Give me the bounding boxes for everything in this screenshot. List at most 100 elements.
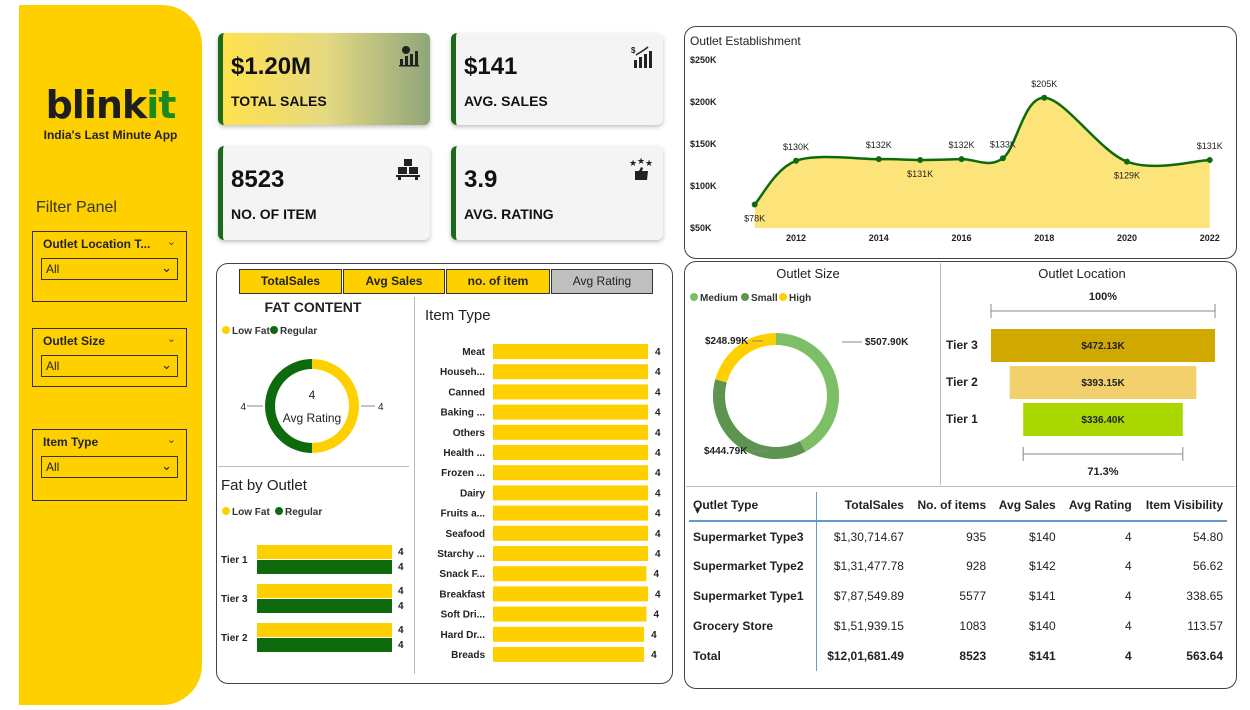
sort-desc-icon[interactable]: ▾ bbox=[695, 506, 700, 517]
table-cell: 4 bbox=[1125, 529, 1132, 544]
chevron-down-icon: ⌄ bbox=[161, 260, 172, 275]
column-header[interactable]: TotalSales bbox=[816, 492, 908, 522]
bar-low-fat[interactable] bbox=[257, 545, 392, 559]
table-cell: 4 bbox=[1125, 559, 1132, 573]
data-point[interactable] bbox=[1041, 94, 1048, 101]
category-label: Soft Dri... bbox=[441, 610, 486, 621]
table-row[interactable]: Supermarket Type2 $1,31,477.78 928 $142 4 56.… bbox=[689, 551, 1227, 581]
chevron-down-icon[interactable]: ⌄ bbox=[167, 332, 176, 345]
item-bar[interactable] bbox=[493, 505, 648, 521]
item-bar[interactable] bbox=[493, 485, 648, 501]
donut-slice-low-fat[interactable] bbox=[312, 359, 359, 453]
measure-button-no-of-item[interactable]: no. of item bbox=[446, 269, 550, 294]
item-bar[interactable] bbox=[493, 344, 648, 359]
kpi-no-of-item: 8523 NO. OF ITEM bbox=[218, 146, 430, 240]
outlet-size-chart: Outlet Size Medium Small High $507.90K $4… bbox=[690, 266, 909, 459]
measure-button-avg-sales[interactable]: Avg Sales bbox=[343, 269, 445, 294]
measure-button-avg-rating[interactable]: Avg Rating bbox=[551, 269, 653, 294]
measure-button-totalsales[interactable]: TotalSales bbox=[239, 269, 342, 294]
bar-regular[interactable] bbox=[257, 560, 392, 574]
dropdown-value: All bbox=[46, 262, 60, 276]
table-cell: 338.65 bbox=[1186, 589, 1223, 603]
outlet-size-dropdown[interactable]: All ⌄ bbox=[41, 355, 178, 377]
slicer-outlet-location: Outlet Location T... ⌄ All ⌄ bbox=[32, 231, 187, 302]
category-label: Seafood bbox=[446, 529, 485, 540]
item-type-bars: Meat 4 Househ... 4 Canned 4 Baking ... 4 Others 4… bbox=[437, 344, 661, 662]
panel-divider bbox=[218, 466, 409, 467]
category-label: Dairy bbox=[460, 488, 485, 499]
y-tick-label: $50K bbox=[690, 223, 712, 233]
x-tick-label: 2022 bbox=[1200, 233, 1220, 243]
column-header[interactable]: Item Visibility bbox=[1135, 492, 1227, 522]
item-bar[interactable] bbox=[493, 445, 648, 460]
item-bar[interactable] bbox=[493, 384, 648, 400]
column-header[interactable]: Avg Rating bbox=[1059, 492, 1136, 522]
data-point[interactable] bbox=[958, 156, 965, 163]
item-bar[interactable] bbox=[493, 364, 648, 380]
table-total-row[interactable]: Total $12,01,681.49 8523 $141 4 563.64 bbox=[689, 641, 1227, 671]
table-row[interactable]: Grocery Store $1,51,939.15 1083 $140 4 113.57 bbox=[689, 611, 1227, 641]
data-point[interactable] bbox=[751, 201, 758, 208]
category-label: Tier 2 bbox=[221, 633, 248, 644]
item-bar[interactable] bbox=[493, 626, 645, 642]
data-label: $205K bbox=[1031, 79, 1057, 89]
item-bar[interactable] bbox=[493, 647, 645, 662]
data-point[interactable] bbox=[875, 156, 882, 163]
dollar-bar-chart-icon: $ bbox=[631, 46, 652, 68]
data-label: $133K bbox=[990, 139, 1016, 149]
bar-regular[interactable] bbox=[257, 638, 392, 652]
item-bar[interactable] bbox=[493, 404, 648, 420]
table-cell: 928 bbox=[966, 559, 987, 573]
donut-center-value: 4 bbox=[309, 388, 316, 402]
category-label: Snack F... bbox=[439, 569, 485, 580]
table-row[interactable]: Supermarket Type3 $1,30,714.67 935 $140 4 54.… bbox=[689, 521, 1227, 551]
item-bar[interactable] bbox=[493, 566, 647, 582]
chevron-down-icon[interactable]: ⌄ bbox=[167, 235, 176, 248]
funnel-top-bracket bbox=[990, 304, 1216, 318]
item-bar[interactable] bbox=[493, 465, 648, 481]
data-point[interactable] bbox=[1123, 158, 1130, 165]
bar-regular[interactable] bbox=[257, 599, 392, 613]
bar-value-label: 4 bbox=[398, 640, 404, 651]
category-label: Tier 1 bbox=[946, 412, 978, 426]
chevron-down-icon: ⌄ bbox=[161, 458, 172, 473]
item-bar[interactable] bbox=[493, 525, 648, 541]
bar-low-fat[interactable] bbox=[257, 584, 392, 598]
svg-text:★: ★ bbox=[637, 158, 645, 166]
x-tick-label: 2018 bbox=[1034, 233, 1054, 243]
chevron-down-icon[interactable]: ⌄ bbox=[167, 433, 176, 446]
category-label: Baking ... bbox=[441, 408, 486, 419]
column-header[interactable]: No. of items bbox=[907, 492, 991, 522]
column-header[interactable]: Avg Sales bbox=[990, 492, 1060, 522]
slicer-label: Outlet Location T... bbox=[43, 237, 151, 251]
item-bar[interactable] bbox=[493, 424, 648, 440]
data-point[interactable] bbox=[917, 156, 924, 163]
data-point[interactable] bbox=[793, 157, 800, 164]
outlet-location-chart: Outlet Location 100% Tier 3 $472.13K Tier 2… bbox=[946, 266, 1216, 478]
outlet-location-dropdown[interactable]: All ⌄ bbox=[41, 258, 178, 280]
y-tick-label: $250K bbox=[690, 55, 717, 65]
donut-slice-medium[interactable] bbox=[776, 333, 839, 452]
data-point[interactable] bbox=[1206, 156, 1213, 163]
panel-divider bbox=[940, 263, 941, 485]
data-point[interactable] bbox=[999, 155, 1006, 162]
data-label: $132K bbox=[949, 140, 975, 150]
bar-value-label: 4 bbox=[653, 610, 659, 621]
item-bar[interactable] bbox=[493, 586, 648, 602]
legend-regular: Regular bbox=[285, 507, 322, 518]
bar-value-label: 4 bbox=[655, 367, 661, 378]
item-bar[interactable] bbox=[493, 606, 647, 622]
column-header[interactable]: Outlet Type ▾ bbox=[689, 492, 818, 522]
item-type-dropdown[interactable]: All ⌄ bbox=[41, 456, 178, 478]
category-label: Others bbox=[453, 428, 486, 439]
table-cell: 1083 bbox=[959, 619, 987, 633]
brand-tagline: India's Last Minute App bbox=[43, 128, 178, 142]
table-cell: Supermarket Type3 bbox=[689, 521, 818, 551]
donut-slice-regular[interactable] bbox=[265, 359, 312, 453]
table-row[interactable]: Supermarket Type1 $7,87,549.89 5577 $141 4 33… bbox=[689, 581, 1227, 611]
table-cell: $142 bbox=[1029, 559, 1056, 573]
category-label: Health ... bbox=[443, 448, 485, 459]
bar-low-fat[interactable] bbox=[257, 623, 392, 637]
item-bar[interactable] bbox=[493, 546, 648, 561]
slicer-item-type: Item Type ⌄ All ⌄ bbox=[32, 429, 187, 501]
